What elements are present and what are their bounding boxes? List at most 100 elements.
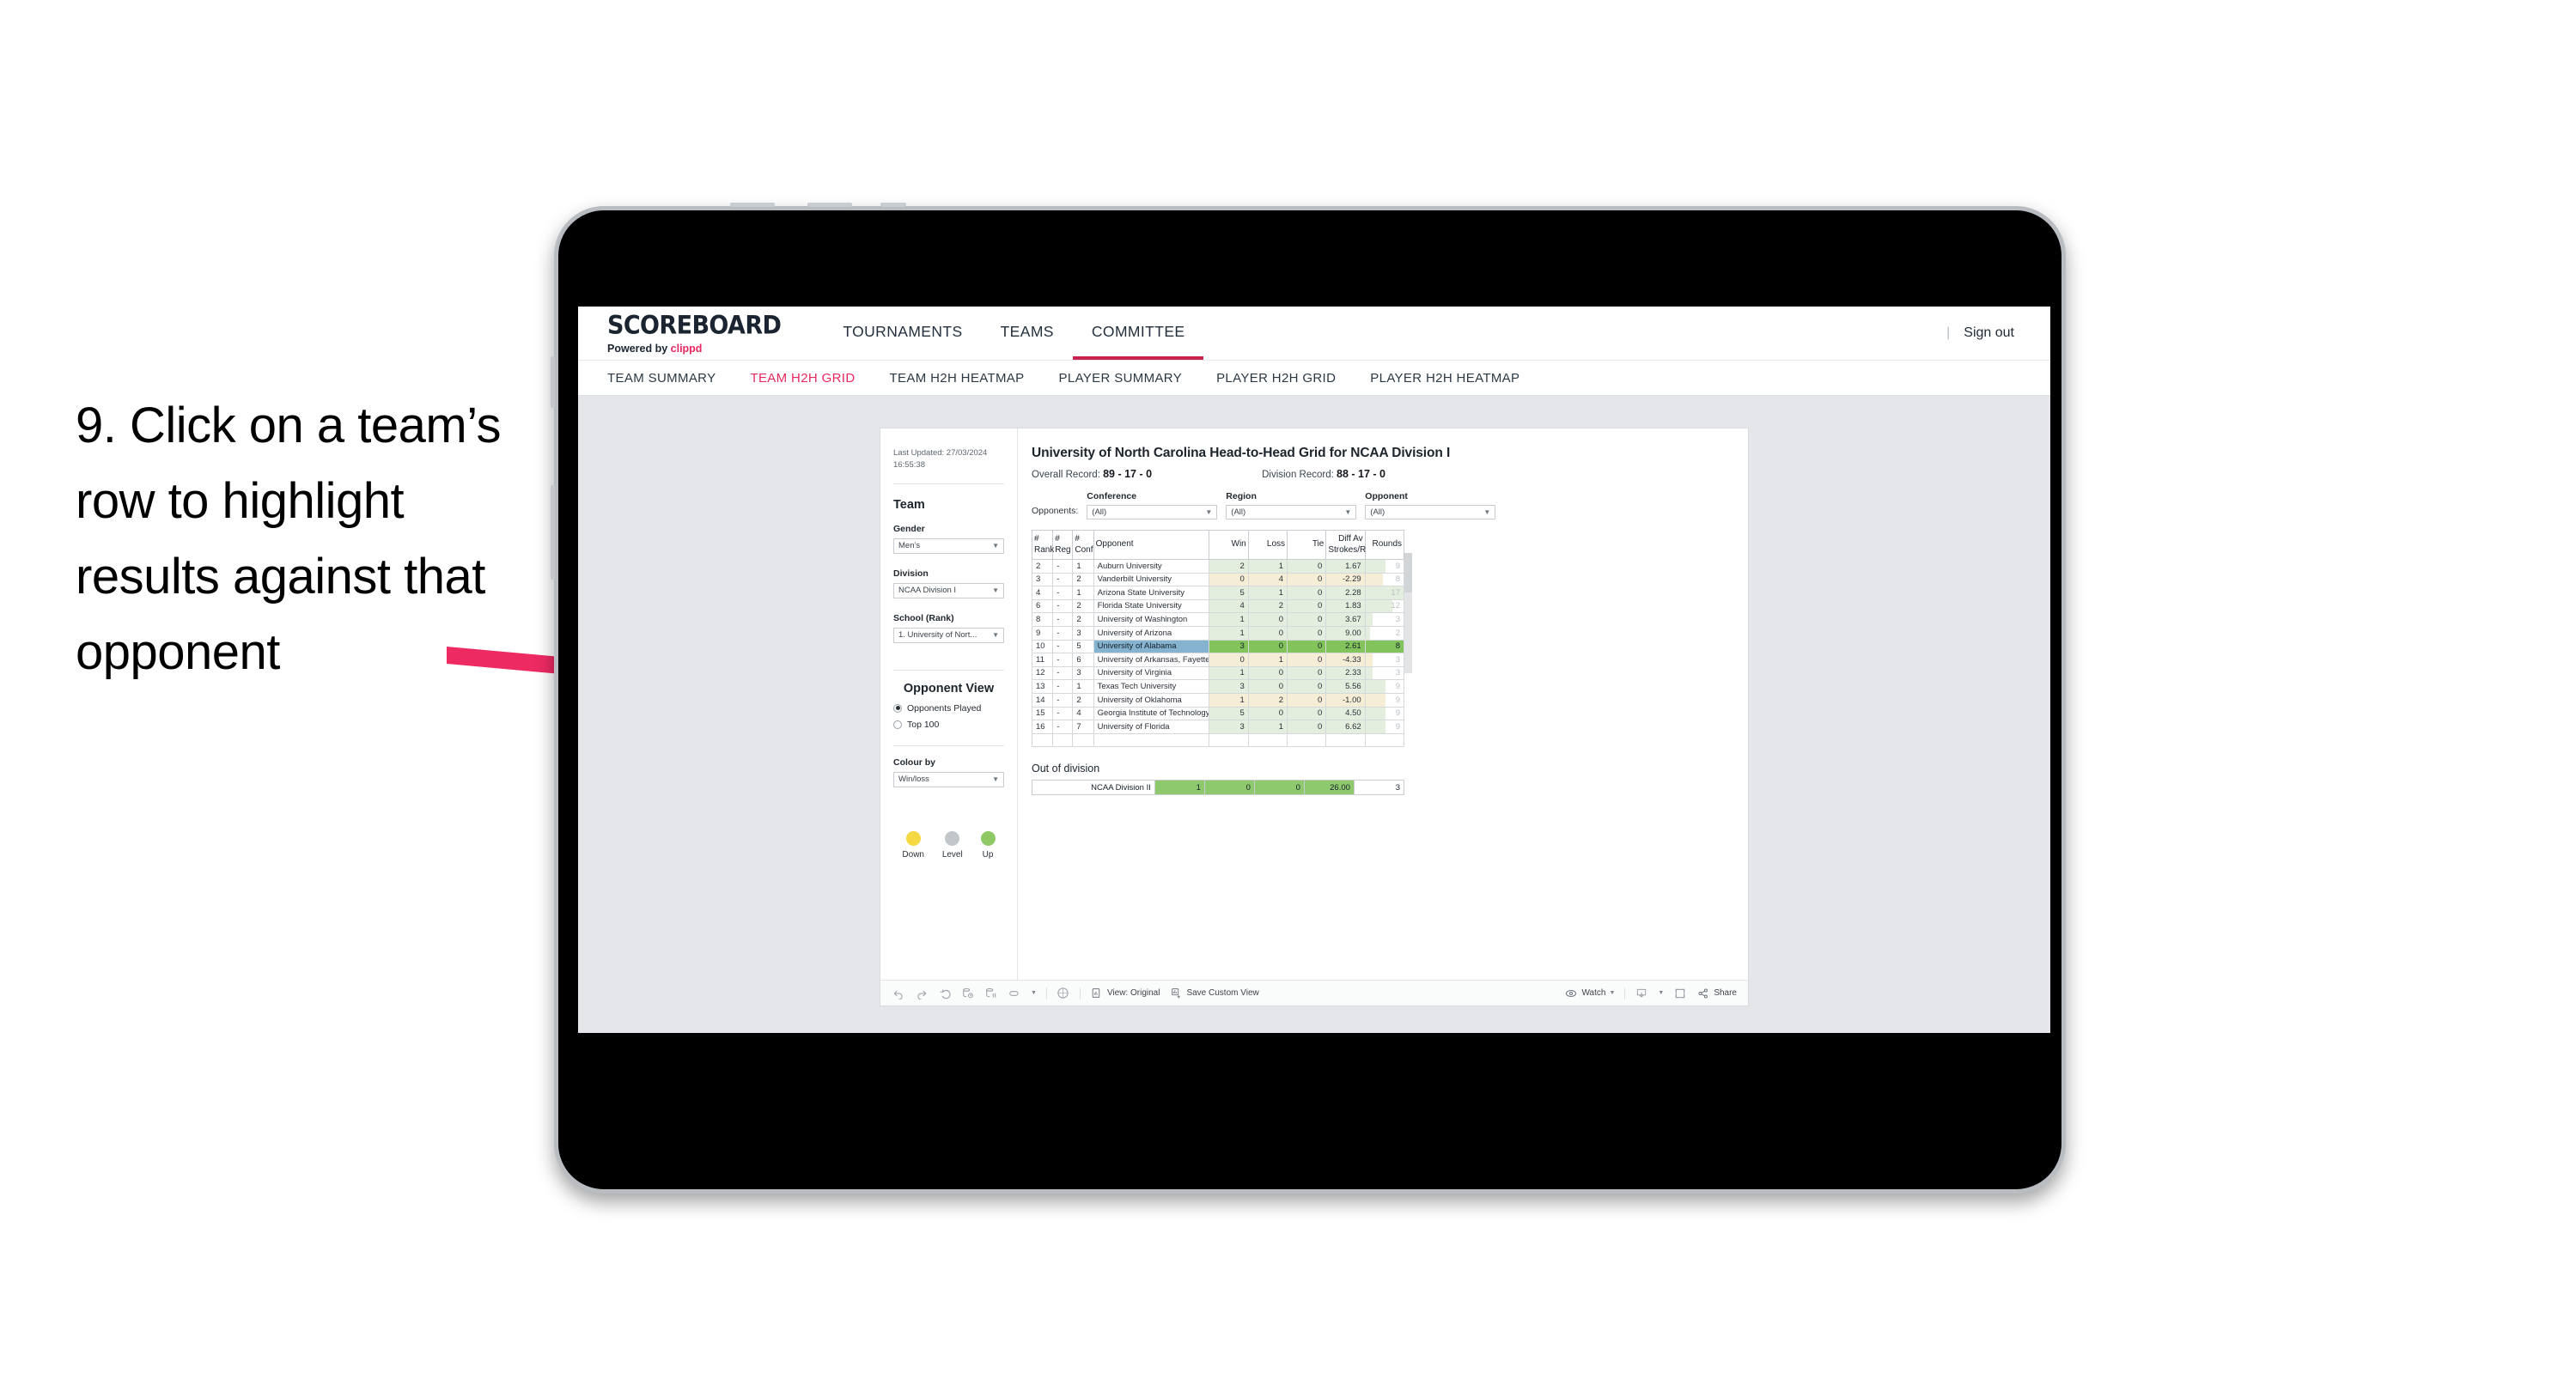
redo-icon[interactable]: [915, 987, 929, 1000]
legend-item-level: Level: [942, 830, 963, 860]
grid-vertical-scrollbar[interactable]: [1404, 553, 1412, 673]
cell-win: 1: [1209, 625, 1249, 641]
division-record-label: Division Record:: [1262, 470, 1337, 480]
table-row[interactable]: 3-2 Vanderbilt University 0 4 0 -2.29 8: [1031, 572, 1405, 587]
conference-filter-label: Conference: [1087, 491, 1137, 501]
opponent-filter-select[interactable]: (All) ▼: [1365, 505, 1496, 519]
cell-tie: 0: [1287, 665, 1327, 681]
table-row[interactable]: 12-3 University of Virginia 1 0 0 2.33 3: [1031, 665, 1405, 681]
pan-zoom-icon[interactable]: [1057, 987, 1070, 1000]
filler-cell: [1072, 732, 1094, 748]
radio-opponents-played-label: Opponents Played: [907, 702, 982, 714]
table-row[interactable]: 2-1 Auburn University 2 1 0 1.67 9: [1031, 559, 1405, 574]
revert-icon[interactable]: [938, 987, 952, 1000]
subnav-player-h2h-grid[interactable]: PLAYER H2H GRID: [1216, 371, 1336, 386]
refresh-icon[interactable]: [961, 987, 975, 1000]
subnav-team-h2h-heatmap[interactable]: TEAM H2H HEATMAP: [890, 371, 1025, 386]
share-button[interactable]: Share: [1696, 987, 1737, 1000]
pause-icon[interactable]: [984, 987, 998, 1000]
signout-link[interactable]: Sign out: [1964, 325, 2014, 341]
table-row[interactable]: 15-4 Georgia Institute of Technology 5 0 0 4.…: [1031, 706, 1405, 721]
cell-conf: 6: [1072, 653, 1094, 667]
out-of-division-row[interactable]: NCAA Division II 1 0 0 26.00 3: [1032, 780, 1405, 796]
division-select[interactable]: NCAA Division I ▼: [893, 582, 1004, 598]
school-rank-select[interactable]: 1. University of Nort... ▼: [893, 627, 1004, 643]
rounds-bar: [1366, 574, 1384, 586]
table-body: 2-1 Auburn University 2 1 0 1.67 9 3-2 Vanderbil…: [1031, 559, 1405, 748]
save-custom-view-icon: [1169, 987, 1183, 1000]
cell-opponent: Vanderbilt University: [1093, 572, 1210, 587]
cell-opponent: University of Arizona: [1093, 625, 1210, 641]
region-filter-select[interactable]: (All) ▼: [1226, 505, 1357, 519]
cell-reg: -: [1052, 720, 1074, 734]
cell-tie: 0: [1287, 639, 1327, 654]
cell-diff: -1.00: [1325, 692, 1366, 708]
table-row[interactable]: 9-3 University of Arizona 1 0 0 9.00 2: [1031, 625, 1405, 641]
col-rounds: Rounds: [1364, 530, 1405, 560]
watch-button[interactable]: Watch ▼: [1564, 987, 1615, 1000]
brand-logo[interactable]: SCOREBOARD Powered by clippd: [578, 307, 803, 360]
rounds-bar: [1366, 560, 1386, 573]
cell-opponent: University of Florida: [1093, 720, 1210, 734]
view-original-button[interactable]: View: Original: [1090, 987, 1160, 1000]
overall-record-label: Overall Record:: [1032, 470, 1104, 480]
rounds-bar: [1366, 600, 1393, 612]
save-custom-view-button[interactable]: Save Custom View: [1169, 987, 1259, 1000]
subnav-team-summary[interactable]: TEAM SUMMARY: [607, 371, 716, 386]
download-icon[interactable]: [1635, 987, 1648, 1000]
scrollbar-thumb[interactable]: [1404, 553, 1412, 592]
cell-reg: -: [1052, 639, 1074, 654]
nav-committee[interactable]: COMMITTEE: [1072, 307, 1204, 360]
sidebar-divider-2: [893, 669, 1004, 671]
table-row[interactable]: 10-5 University of Alabama 3 0 0 2.61 8: [1031, 639, 1405, 654]
cell-loss: 4: [1247, 572, 1288, 587]
col-reg-text: Reg: [1055, 544, 1071, 555]
subnav-player-summary[interactable]: PLAYER SUMMARY: [1059, 371, 1183, 386]
cell-conf: 1: [1072, 559, 1094, 574]
conference-filter-select[interactable]: (All) ▼: [1087, 505, 1218, 519]
radio-opponents-played[interactable]: Opponents Played: [893, 703, 1004, 714]
cell-diff: 1.67: [1325, 559, 1366, 574]
cell-conf: 3: [1072, 625, 1094, 641]
view-original-icon: [1090, 987, 1104, 1000]
fullscreen-icon[interactable]: [1673, 987, 1687, 1000]
cell-rank: 8: [1031, 612, 1054, 627]
subnav-team-h2h-grid[interactable]: TEAM H2H GRID: [750, 371, 855, 386]
table-row[interactable]: 6-2 Florida State University 4 2 0 1.83 12: [1031, 598, 1405, 614]
cell-reg: -: [1052, 586, 1074, 600]
radio-top-100[interactable]: Top 100: [893, 720, 1004, 730]
cell-conf: 2: [1072, 598, 1094, 614]
cell-conf: 4: [1072, 706, 1094, 721]
table-row[interactable]: 11-6University of Arkansas, Fayetteville…: [1031, 653, 1405, 667]
secondary-navigation: TEAM SUMMARY TEAM H2H GRID TEAM H2H HEAT…: [578, 360, 2050, 396]
table-row[interactable]: 4-1 Arizona State University 5 1 0 2.28 17: [1031, 586, 1405, 600]
ood-rounds-value: 3: [1395, 782, 1400, 793]
table-row[interactable]: 13-1 Texas Tech University 3 0 0 5.56 9: [1031, 679, 1405, 694]
cell-win: 1: [1209, 665, 1249, 681]
device-top-button-1: [730, 203, 775, 207]
chevron-down-icon[interactable]: ▼: [1031, 990, 1037, 996]
subnav-player-h2h-heatmap[interactable]: PLAYER H2H HEATMAP: [1370, 371, 1519, 386]
cell-rounds: 9: [1364, 692, 1405, 708]
table-row[interactable]: 14-2 University of Oklahoma 1 2 0 -1.00 9: [1031, 692, 1405, 708]
toolbar-divider-2: [1079, 987, 1081, 999]
colour-by-select[interactable]: Win/loss ▼: [893, 771, 1004, 787]
device-top-button-2: [807, 203, 852, 207]
cell-win: 3: [1209, 639, 1249, 654]
cell-rounds: 9: [1364, 559, 1405, 574]
page-title: University of North Carolina Head-to-Hea…: [1032, 446, 1451, 460]
cell-rank: 4: [1031, 586, 1054, 600]
nav-teams[interactable]: TEAMS: [982, 307, 1073, 360]
resize-icon[interactable]: [1008, 987, 1021, 1000]
nav-tournaments[interactable]: TOURNAMENTS: [824, 307, 981, 360]
cell-loss: 0: [1247, 612, 1288, 627]
share-icon: [1696, 987, 1710, 1000]
table-row[interactable]: 8-2 University of Washington 1 0 0 3.67 3: [1031, 612, 1405, 627]
cell-tie: 0: [1287, 586, 1327, 600]
table-row[interactable]: 16-7 University of Florida 3 1 0 6.62 9: [1031, 720, 1405, 734]
viz-bottom-toolbar: ▼ View: Original Save Custom View Watch …: [880, 980, 1748, 1005]
undo-icon[interactable]: [892, 987, 905, 1000]
gender-select[interactable]: Men’s ▼: [893, 538, 1004, 554]
division-value: NCAA Division I: [898, 586, 957, 596]
chevron-down-icon[interactable]: ▼: [1658, 990, 1664, 996]
